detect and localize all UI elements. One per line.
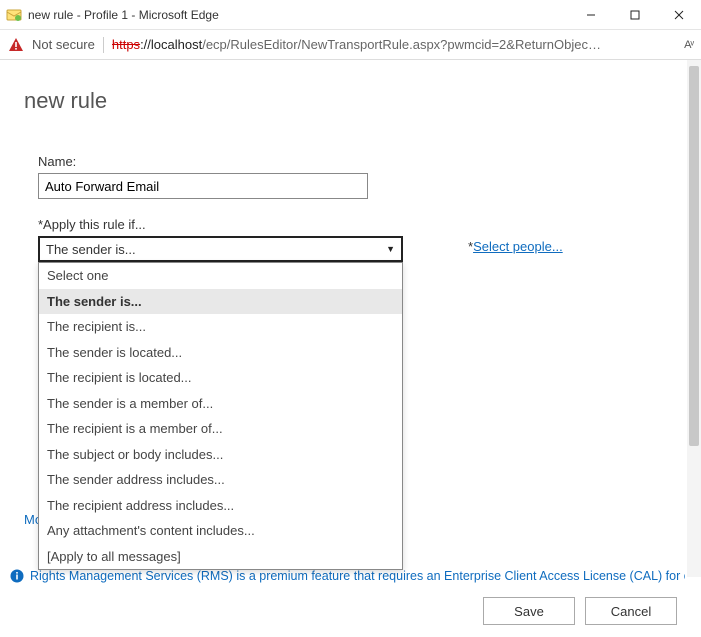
minimize-button[interactable]	[569, 0, 613, 30]
dropdown-option[interactable]: The sender is...	[39, 289, 402, 315]
page-title: new rule	[24, 88, 677, 114]
name-input[interactable]	[38, 173, 368, 199]
apply-rule-selected: The sender is...	[46, 242, 136, 257]
dropdown-option[interactable]: The recipient address includes...	[39, 493, 402, 519]
read-aloud-icon[interactable]: Aᵛ	[684, 39, 693, 51]
cancel-button[interactable]: Cancel	[585, 597, 677, 625]
close-button[interactable]	[657, 0, 701, 30]
not-secure-text: Not secure	[32, 37, 95, 52]
not-secure-icon	[8, 37, 24, 53]
apply-rule-dropdown[interactable]: Select oneThe sender is...The recipient …	[38, 262, 403, 570]
dropdown-option[interactable]: [Apply to all messages]	[39, 544, 402, 570]
dropdown-option[interactable]: The sender is located...	[39, 340, 402, 366]
rms-info-text: Rights Management Services (RMS) is a pr…	[30, 569, 685, 583]
chevron-down-icon: ▼	[386, 244, 395, 254]
dropdown-option[interactable]: The recipient is located...	[39, 365, 402, 391]
window-titlebar: new rule - Profile 1 - Microsoft Edge	[0, 0, 701, 30]
name-label: Name:	[38, 154, 677, 169]
dropdown-option[interactable]: The sender address includes...	[39, 467, 402, 493]
window-title: new rule - Profile 1 - Microsoft Edge	[28, 8, 569, 22]
maximize-button[interactable]	[613, 0, 657, 30]
url-display[interactable]: https://localhost/ecp/RulesEditor/NewTra…	[112, 37, 676, 52]
save-button[interactable]: Save	[483, 597, 575, 625]
dropdown-option[interactable]: The sender is a member of...	[39, 391, 402, 417]
dropdown-option[interactable]: Select one	[39, 263, 402, 289]
address-divider	[103, 37, 104, 53]
app-icon	[6, 7, 22, 23]
rms-info-bar: Rights Management Services (RMS) is a pr…	[10, 569, 685, 583]
select-people-link[interactable]: *Select people...	[468, 239, 563, 254]
url-host: ://localhost	[140, 37, 202, 52]
dropdown-option[interactable]: The recipient is...	[39, 314, 402, 340]
url-path: /ecp/RulesEditor/NewTransportRule.aspx?p…	[202, 37, 601, 52]
dropdown-option[interactable]: The recipient is a member of...	[39, 416, 402, 442]
scrollbar-thumb[interactable]	[689, 66, 699, 446]
apply-rule-select[interactable]: The sender is... ▼	[38, 236, 403, 262]
dropdown-option[interactable]: Any attachment's content includes...	[39, 518, 402, 544]
apply-rule-label: *Apply this rule if...	[38, 217, 677, 232]
vertical-scrollbar[interactable]	[687, 60, 701, 577]
dropdown-option[interactable]: The subject or body includes...	[39, 442, 402, 468]
address-bar: Not secure https://localhost/ecp/RulesEd…	[0, 30, 701, 60]
url-proto: https	[112, 37, 140, 52]
